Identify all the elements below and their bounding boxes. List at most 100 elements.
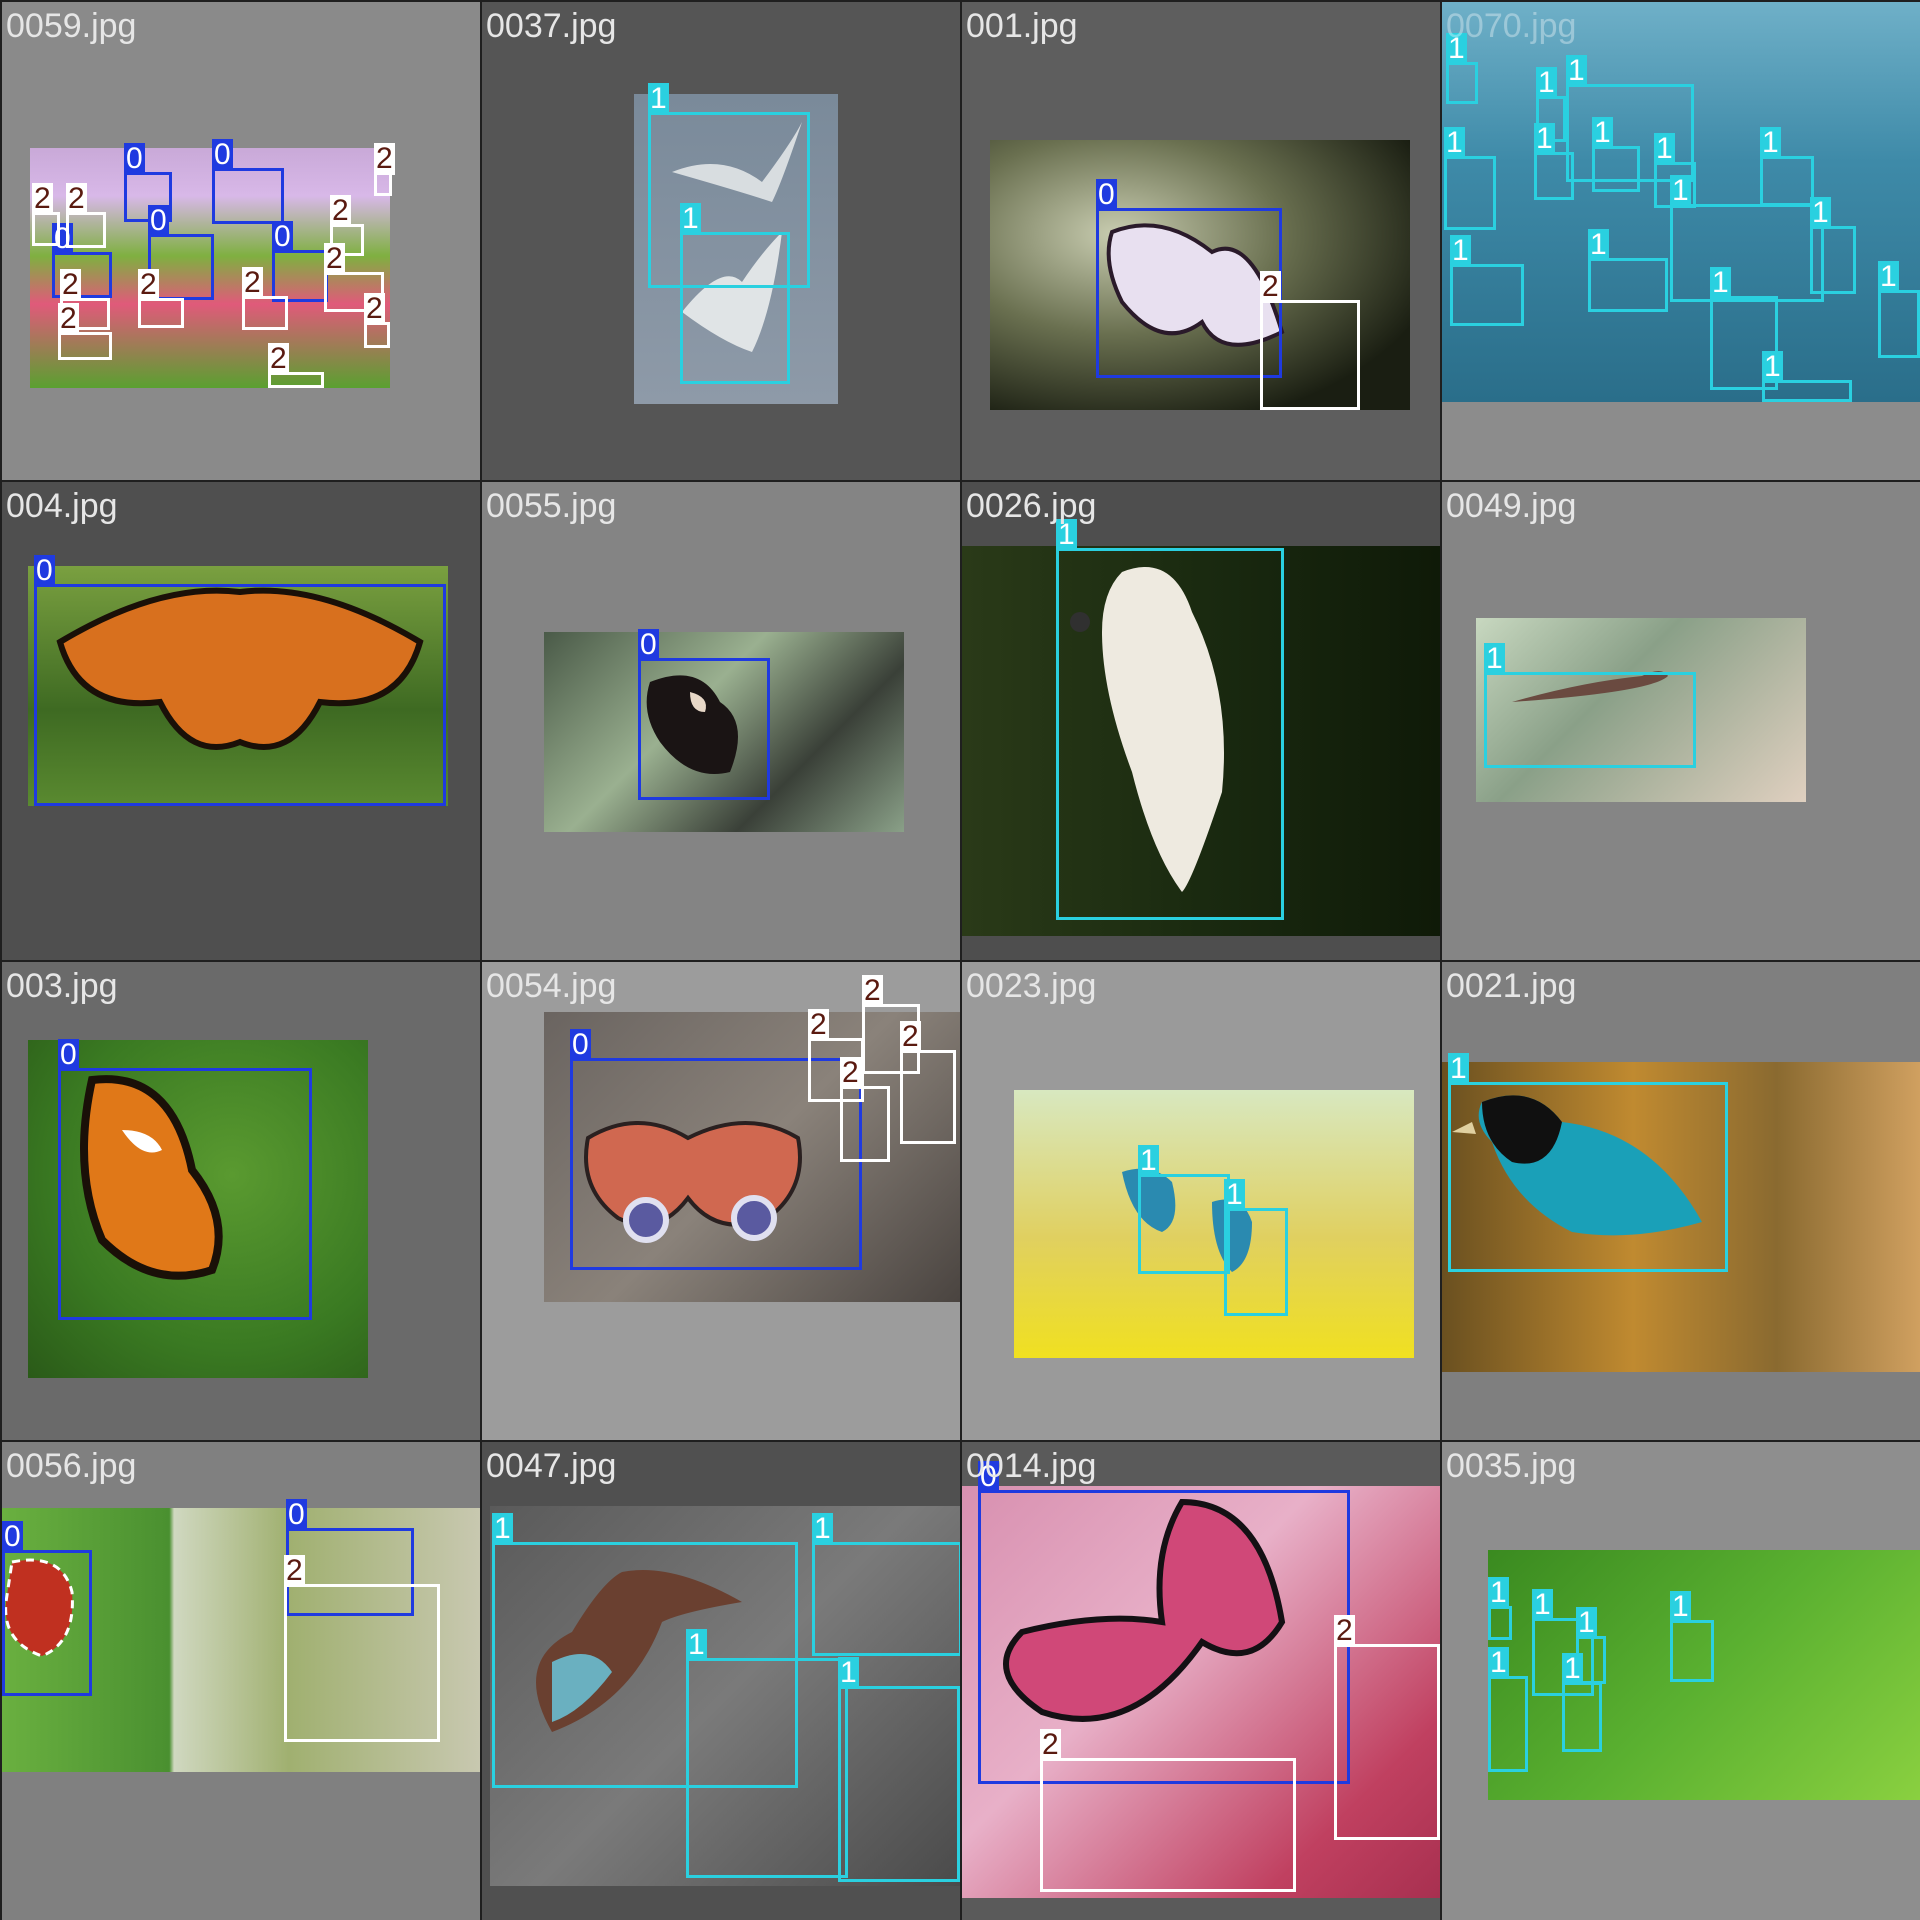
bbox-class-1: 1 [1448, 1053, 1728, 1272]
class-tag: 0 [638, 628, 659, 661]
class-tag: 1 [686, 1628, 707, 1661]
tile-0055[interactable]: 0055.jpg 0 [482, 482, 960, 960]
class-tag: 2 [1334, 1614, 1355, 1647]
class-tag: 1 [1710, 266, 1731, 299]
bbox-class-1: 1 [1138, 1145, 1230, 1274]
bbox-class-0: 0 [978, 1461, 1350, 1784]
bbox-class-1: 1 [1444, 127, 1496, 230]
bbox-class-1: 1 [1224, 1179, 1288, 1316]
tile-003[interactable]: 003.jpg 0 [2, 962, 480, 1440]
bbox-class-1: 1 [1592, 117, 1640, 192]
class-tag: 1 [1878, 260, 1899, 293]
filename-label: 0021.jpg [1446, 967, 1577, 1005]
tile-004[interactable]: 004.jpg 0 [2, 482, 480, 960]
class-tag: 1 [648, 82, 669, 115]
bbox-class-2: 2 [242, 267, 288, 330]
bbox-class-1: 1 [1488, 1577, 1512, 1640]
class-tag: 2 [60, 268, 81, 301]
class-tag: 1 [1138, 1144, 1159, 1177]
bbox-class-1: 1 [1810, 197, 1856, 294]
bbox-class-0: 0 [58, 1039, 312, 1320]
bbox-class-2: 2 [1040, 1729, 1296, 1892]
bbox-class-0: 0 [638, 629, 770, 800]
bbox-class-1: 1 [680, 203, 790, 384]
class-tag: 1 [1810, 196, 1831, 229]
class-tag: 0 [58, 1038, 79, 1071]
class-tag: 2 [66, 182, 87, 215]
bbox-class-0: 0 [2, 1521, 92, 1696]
tile-001[interactable]: 001.jpg 0 2 [962, 2, 1440, 480]
filename-label: 0035.jpg [1446, 1447, 1577, 1485]
bbox-class-1: 1 [1450, 235, 1524, 326]
detection-mosaic: 0059.jpg 0 0 0 0 0 2 2 2 2 2 2 2 2 2 2 2… [0, 0, 1920, 1920]
tile-0026[interactable]: 0026.jpg 1 [962, 482, 1440, 960]
bbox-class-1: 1 [1534, 123, 1574, 200]
bbox-class-0: 0 [34, 555, 446, 806]
bbox-class-1: 1 [1670, 175, 1824, 302]
bbox-class-0: 0 [212, 139, 284, 224]
class-tag: 2 [808, 1008, 829, 1041]
class-tag: 1 [1534, 122, 1555, 155]
class-tag: 1 [1224, 1178, 1245, 1211]
class-tag: 1 [1566, 54, 1587, 87]
bbox-class-2: 2 [1260, 271, 1360, 410]
tile-0021[interactable]: 0021.jpg 1 [1442, 962, 1920, 1440]
bbox-class-2: 2 [138, 269, 184, 328]
filename-label: 0055.jpg [486, 487, 617, 525]
class-tag: 1 [1562, 1652, 1583, 1685]
filename-label: 0059.jpg [6, 7, 137, 45]
bbox-class-1: 1 [1484, 643, 1696, 768]
tile-0023[interactable]: 0023.jpg 1 1 [962, 962, 1440, 1440]
class-tag: 1 [1762, 350, 1783, 383]
bbox-class-2: 2 [268, 343, 324, 388]
filename-label: 0070.jpg [1446, 7, 1577, 45]
tile-0056[interactable]: 0056.jpg 0 0 2 [2, 1442, 480, 1920]
filename-label: 0056.jpg [6, 1447, 137, 1485]
bbox-class-1: 1 [1760, 127, 1814, 206]
class-tag: 0 [286, 1498, 307, 1531]
class-tag: 2 [284, 1554, 305, 1587]
class-tag: 2 [364, 292, 385, 325]
tile-0054[interactable]: 0054.jpg 0 2 2 2 2 [482, 962, 960, 1440]
tile-0049[interactable]: 0049.jpg 1 [1442, 482, 1920, 960]
class-tag: 2 [242, 266, 263, 299]
tile-0047[interactable]: 0047.jpg 1 1 1 1 [482, 1442, 960, 1920]
bbox-class-1: 1 [1446, 33, 1478, 104]
class-tag: 0 [212, 138, 233, 171]
tile-0037[interactable]: 0037.jpg 1 1 [482, 2, 960, 480]
class-tag: 0 [124, 142, 145, 175]
tile-0070[interactable]: 0070.jpg 1 1 1 1 1 1 1 1 1 1 1 1 1 1 1 [1442, 2, 1920, 480]
tile-0014[interactable]: 0014.jpg 0 2 2 [962, 1442, 1440, 1920]
class-tag: 0 [148, 204, 169, 237]
bbox-class-2: 2 [1334, 1615, 1440, 1840]
class-tag: 2 [862, 974, 883, 1007]
filename-label: 0054.jpg [486, 967, 617, 1005]
tile-0059[interactable]: 0059.jpg 0 0 0 0 0 2 2 2 2 2 2 2 2 2 2 2 [2, 2, 480, 480]
class-tag: 1 [1484, 642, 1505, 675]
filename-label: 0014.jpg [966, 1447, 1097, 1485]
class-tag: 1 [1488, 1646, 1509, 1679]
class-tag: 1 [1448, 1052, 1469, 1085]
filename-label: 001.jpg [966, 7, 1078, 45]
bbox-class-1: 1 [1562, 1653, 1602, 1752]
class-tag: 1 [812, 1512, 833, 1545]
class-tag: 1 [1450, 234, 1471, 267]
class-tag: 1 [1654, 132, 1675, 165]
tile-0035[interactable]: 0035.jpg 1 1 1 1 1 1 [1442, 1442, 1920, 1920]
class-tag: 1 [1760, 126, 1781, 159]
bbox-class-2: 2 [66, 183, 106, 248]
class-tag: 0 [2, 1520, 23, 1553]
class-tag: 0 [34, 554, 55, 587]
bbox-class-0: 0 [272, 221, 328, 302]
class-tag: 2 [324, 242, 345, 275]
bbox-class-2: 2 [32, 183, 60, 246]
filename-label: 0049.jpg [1446, 487, 1577, 525]
bbox-class-1: 1 [1670, 1591, 1714, 1682]
class-tag: 1 [1576, 1606, 1597, 1639]
bbox-class-1: 1 [838, 1657, 960, 1882]
class-tag: 1 [1444, 126, 1465, 159]
class-tag: 2 [58, 302, 79, 335]
class-tag: 2 [840, 1056, 861, 1089]
class-tag: 0 [272, 220, 293, 253]
bbox-class-1: 1 [1878, 261, 1920, 358]
